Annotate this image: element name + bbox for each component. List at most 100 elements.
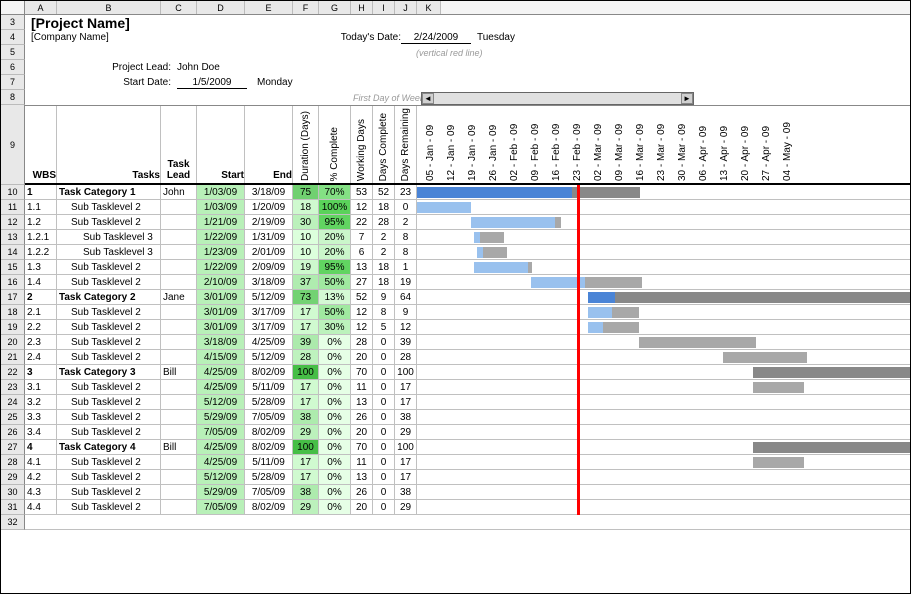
- date-col-header[interactable]: 02 - Mar - 09: [589, 106, 610, 183]
- cell-days-remaining[interactable]: 39: [395, 335, 417, 349]
- cell-working-days[interactable]: 22: [351, 215, 373, 229]
- col-header-C[interactable]: C: [161, 1, 197, 14]
- table-row[interactable]: 1Task Category 1John1/03/093/18/097570%5…: [25, 185, 910, 200]
- cell-lead[interactable]: [161, 320, 197, 334]
- table-row[interactable]: 1.2.2Sub Tasklevel 31/23/092/01/091020%6…: [25, 245, 910, 260]
- cell-task[interactable]: Sub Tasklevel 2: [57, 455, 161, 469]
- cell-days-complete[interactable]: 0: [373, 425, 395, 439]
- cell-working-days[interactable]: 26: [351, 485, 373, 499]
- cell-pct[interactable]: 0%: [319, 455, 351, 469]
- cell-wbs[interactable]: 1: [25, 185, 57, 199]
- table-row[interactable]: 3.4Sub Tasklevel 27/05/098/02/09290%2002…: [25, 425, 910, 440]
- cell-wbs[interactable]: 4.4: [25, 500, 57, 514]
- table-row[interactable]: 2.4Sub Tasklevel 24/15/095/12/09280%2002…: [25, 350, 910, 365]
- cell-duration[interactable]: 73: [293, 290, 319, 304]
- cell-days-remaining[interactable]: 17: [395, 470, 417, 484]
- cell-wbs[interactable]: 1.2.2: [25, 245, 57, 259]
- todays-date[interactable]: 2/24/2009: [401, 32, 471, 44]
- cell-duration[interactable]: 38: [293, 485, 319, 499]
- cell-end[interactable]: 8/02/09: [245, 425, 293, 439]
- cell-pct[interactable]: 50%: [319, 275, 351, 289]
- cell-lead[interactable]: [161, 380, 197, 394]
- cell-end[interactable]: 4/25/09: [245, 335, 293, 349]
- cell-wbs[interactable]: 2.3: [25, 335, 57, 349]
- cell-start[interactable]: 4/25/09: [197, 440, 245, 454]
- row-header-25[interactable]: 25: [1, 410, 25, 425]
- cell-duration[interactable]: 19: [293, 260, 319, 274]
- cell-start[interactable]: 3/18/09: [197, 335, 245, 349]
- cell-duration[interactable]: 10: [293, 230, 319, 244]
- table-row[interactable]: 2.1Sub Tasklevel 23/01/093/17/091750%128…: [25, 305, 910, 320]
- cell-days-remaining[interactable]: 19: [395, 275, 417, 289]
- row-header-14[interactable]: 14: [1, 245, 25, 260]
- cell-wbs[interactable]: 2.4: [25, 350, 57, 364]
- row-header-10[interactable]: 10: [1, 185, 25, 200]
- row-header-3[interactable]: 3: [1, 15, 25, 30]
- date-col-header[interactable]: 06 - Apr - 09: [694, 106, 715, 183]
- cell-end[interactable]: 7/05/09: [245, 410, 293, 424]
- row-header-32[interactable]: 32: [1, 515, 25, 530]
- date-col-header[interactable]: 12 - Jan - 09: [442, 106, 463, 183]
- cell-start[interactable]: 1/22/09: [197, 230, 245, 244]
- cell-working-days[interactable]: 70: [351, 440, 373, 454]
- cell-pct[interactable]: 100%: [319, 200, 351, 214]
- col-pct-complete[interactable]: % Complete: [319, 106, 351, 183]
- date-col-header[interactable]: 02 - Feb - 09: [505, 106, 526, 183]
- cell-start[interactable]: 5/12/09: [197, 395, 245, 409]
- col-header-G[interactable]: G: [319, 1, 351, 14]
- cell-start[interactable]: 4/25/09: [197, 380, 245, 394]
- cell-lead[interactable]: [161, 350, 197, 364]
- table-row[interactable]: 3.1Sub Tasklevel 24/25/095/11/09170%1101…: [25, 380, 910, 395]
- col-days-remaining[interactable]: Days Remaining: [395, 106, 417, 183]
- cell-pct[interactable]: 95%: [319, 215, 351, 229]
- cell-end[interactable]: 2/09/09: [245, 260, 293, 274]
- cell-task[interactable]: Task Category 2: [57, 290, 161, 304]
- cell-duration[interactable]: 38: [293, 410, 319, 424]
- cell-pct[interactable]: 0%: [319, 395, 351, 409]
- row-header-5[interactable]: 5: [1, 45, 25, 60]
- cell-days-remaining[interactable]: 29: [395, 500, 417, 514]
- date-col-header[interactable]: 30 - Mar - 09: [673, 106, 694, 183]
- cell-task[interactable]: Task Category 4: [57, 440, 161, 454]
- col-wbs[interactable]: WBS: [25, 106, 57, 183]
- cell-working-days[interactable]: 12: [351, 200, 373, 214]
- row-header-28[interactable]: 28: [1, 455, 25, 470]
- col-working-days[interactable]: Working Days: [351, 106, 373, 183]
- col-start[interactable]: Start: [197, 106, 245, 183]
- table-row[interactable]: 1.3Sub Tasklevel 21/22/092/09/091995%131…: [25, 260, 910, 275]
- cell-working-days[interactable]: 26: [351, 410, 373, 424]
- col-tasks[interactable]: Tasks: [57, 106, 161, 183]
- cell-wbs[interactable]: 4: [25, 440, 57, 454]
- cell-start[interactable]: 2/10/09: [197, 275, 245, 289]
- start-date[interactable]: 1/5/2009: [177, 77, 247, 89]
- cell-working-days[interactable]: 20: [351, 425, 373, 439]
- cell-wbs[interactable]: 4.3: [25, 485, 57, 499]
- cell-pct[interactable]: 0%: [319, 500, 351, 514]
- date-col-header[interactable]: 04 - May - 09: [778, 106, 799, 183]
- scroll-left-button[interactable]: ◄: [422, 93, 434, 104]
- cell-start[interactable]: 1/03/09: [197, 200, 245, 214]
- cell-end[interactable]: 8/02/09: [245, 365, 293, 379]
- empty-row[interactable]: [25, 515, 910, 530]
- cell-start[interactable]: 5/12/09: [197, 470, 245, 484]
- row-header-18[interactable]: 18: [1, 305, 25, 320]
- cell-days-complete[interactable]: 0: [373, 455, 395, 469]
- cell-pct[interactable]: 50%: [319, 305, 351, 319]
- row-header-4[interactable]: 4: [1, 30, 25, 45]
- col-header-J[interactable]: J: [395, 1, 417, 14]
- cell-duration[interactable]: 17: [293, 395, 319, 409]
- cell-wbs[interactable]: 1.2: [25, 215, 57, 229]
- row-header-15[interactable]: 15: [1, 260, 25, 275]
- cell-task[interactable]: Task Category 1: [57, 185, 161, 199]
- cell-working-days[interactable]: 12: [351, 305, 373, 319]
- cell-lead[interactable]: [161, 275, 197, 289]
- cell-pct[interactable]: 95%: [319, 260, 351, 274]
- row-header-31[interactable]: 31: [1, 500, 25, 515]
- cell-start[interactable]: 4/25/09: [197, 455, 245, 469]
- cell-days-complete[interactable]: 0: [373, 470, 395, 484]
- date-col-header[interactable]: 26 - Jan - 09: [484, 106, 505, 183]
- date-col-header[interactable]: 20 - Apr - 09: [736, 106, 757, 183]
- cell-end[interactable]: 5/12/09: [245, 290, 293, 304]
- cell-days-complete[interactable]: 0: [373, 335, 395, 349]
- cell-lead[interactable]: Bill: [161, 365, 197, 379]
